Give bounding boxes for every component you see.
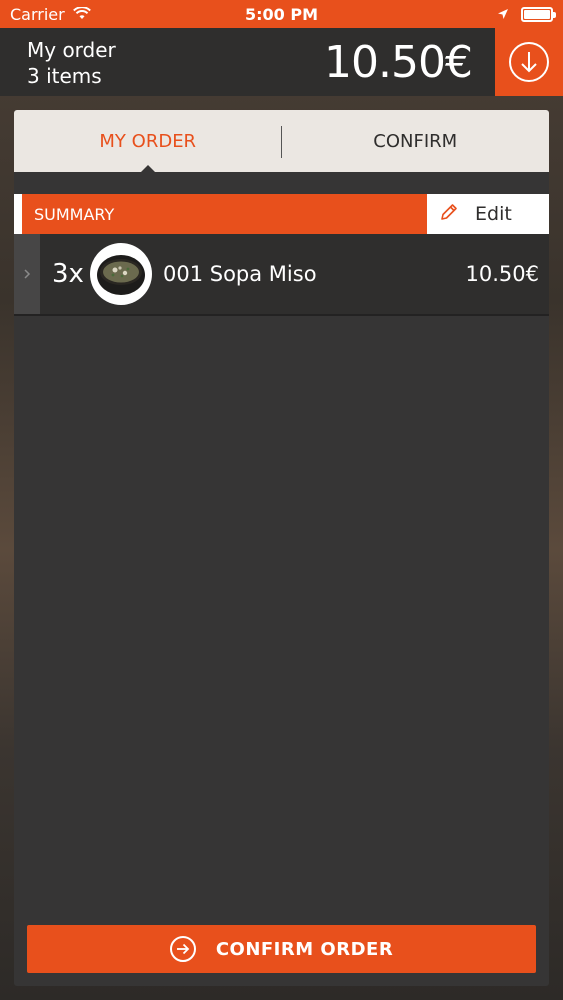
item-price: 10.50€ <box>465 262 539 286</box>
tab-my-order[interactable]: MY ORDER <box>14 110 282 172</box>
edit-label: Edit <box>475 203 512 225</box>
summary-label: SUMMARY <box>22 194 427 234</box>
pencil-icon <box>439 202 459 227</box>
miso-soup-thumbnail <box>90 243 152 305</box>
confirm-order-button[interactable]: CONFIRM ORDER <box>27 925 536 973</box>
header-title: My order <box>27 38 116 62</box>
header-info: My order 3 items <box>0 28 324 96</box>
header-item-count: 3 items <box>27 64 102 88</box>
order-total: 10.50€ <box>324 36 473 88</box>
tab-confirm[interactable]: CONFIRM <box>282 110 550 172</box>
item-name: 001 Sopa Miso <box>163 262 317 286</box>
edit-button[interactable]: Edit <box>427 194 549 234</box>
collapse-order-button[interactable] <box>495 28 563 96</box>
summary-stripe <box>14 194 22 234</box>
battery-icon <box>521 6 556 22</box>
active-tab-indicator <box>140 165 156 173</box>
tab-my-order-label: MY ORDER <box>99 130 197 152</box>
wifi-icon <box>72 5 91 24</box>
item-quantity: 3x <box>52 259 84 289</box>
order-item-row[interactable]: 3x 001 Sopa Miso 10.50€ <box>14 234 549 316</box>
arrow-right-circle-icon <box>169 936 196 962</box>
confirm-order-label: CONFIRM ORDER <box>215 938 394 960</box>
order-panel: MY ORDER CONFIRM SUMMARY Edit 3x 001 Sop… <box>14 110 549 986</box>
summary-bar: SUMMARY Edit <box>14 194 549 234</box>
tab-confirm-label: CONFIRM <box>373 130 458 152</box>
chevron-right-icon[interactable] <box>14 234 40 314</box>
location-arrow-icon <box>497 5 509 24</box>
status-right <box>497 5 556 24</box>
carrier-label: Carrier <box>10 4 65 24</box>
status-left: Carrier <box>10 5 91 24</box>
status-bar: Carrier 5:00 PM <box>0 0 563 28</box>
order-header: My order 3 items 10.50€ <box>0 28 563 96</box>
arrow-down-circle-icon <box>509 42 549 82</box>
tab-bar: MY ORDER CONFIRM <box>14 110 550 173</box>
